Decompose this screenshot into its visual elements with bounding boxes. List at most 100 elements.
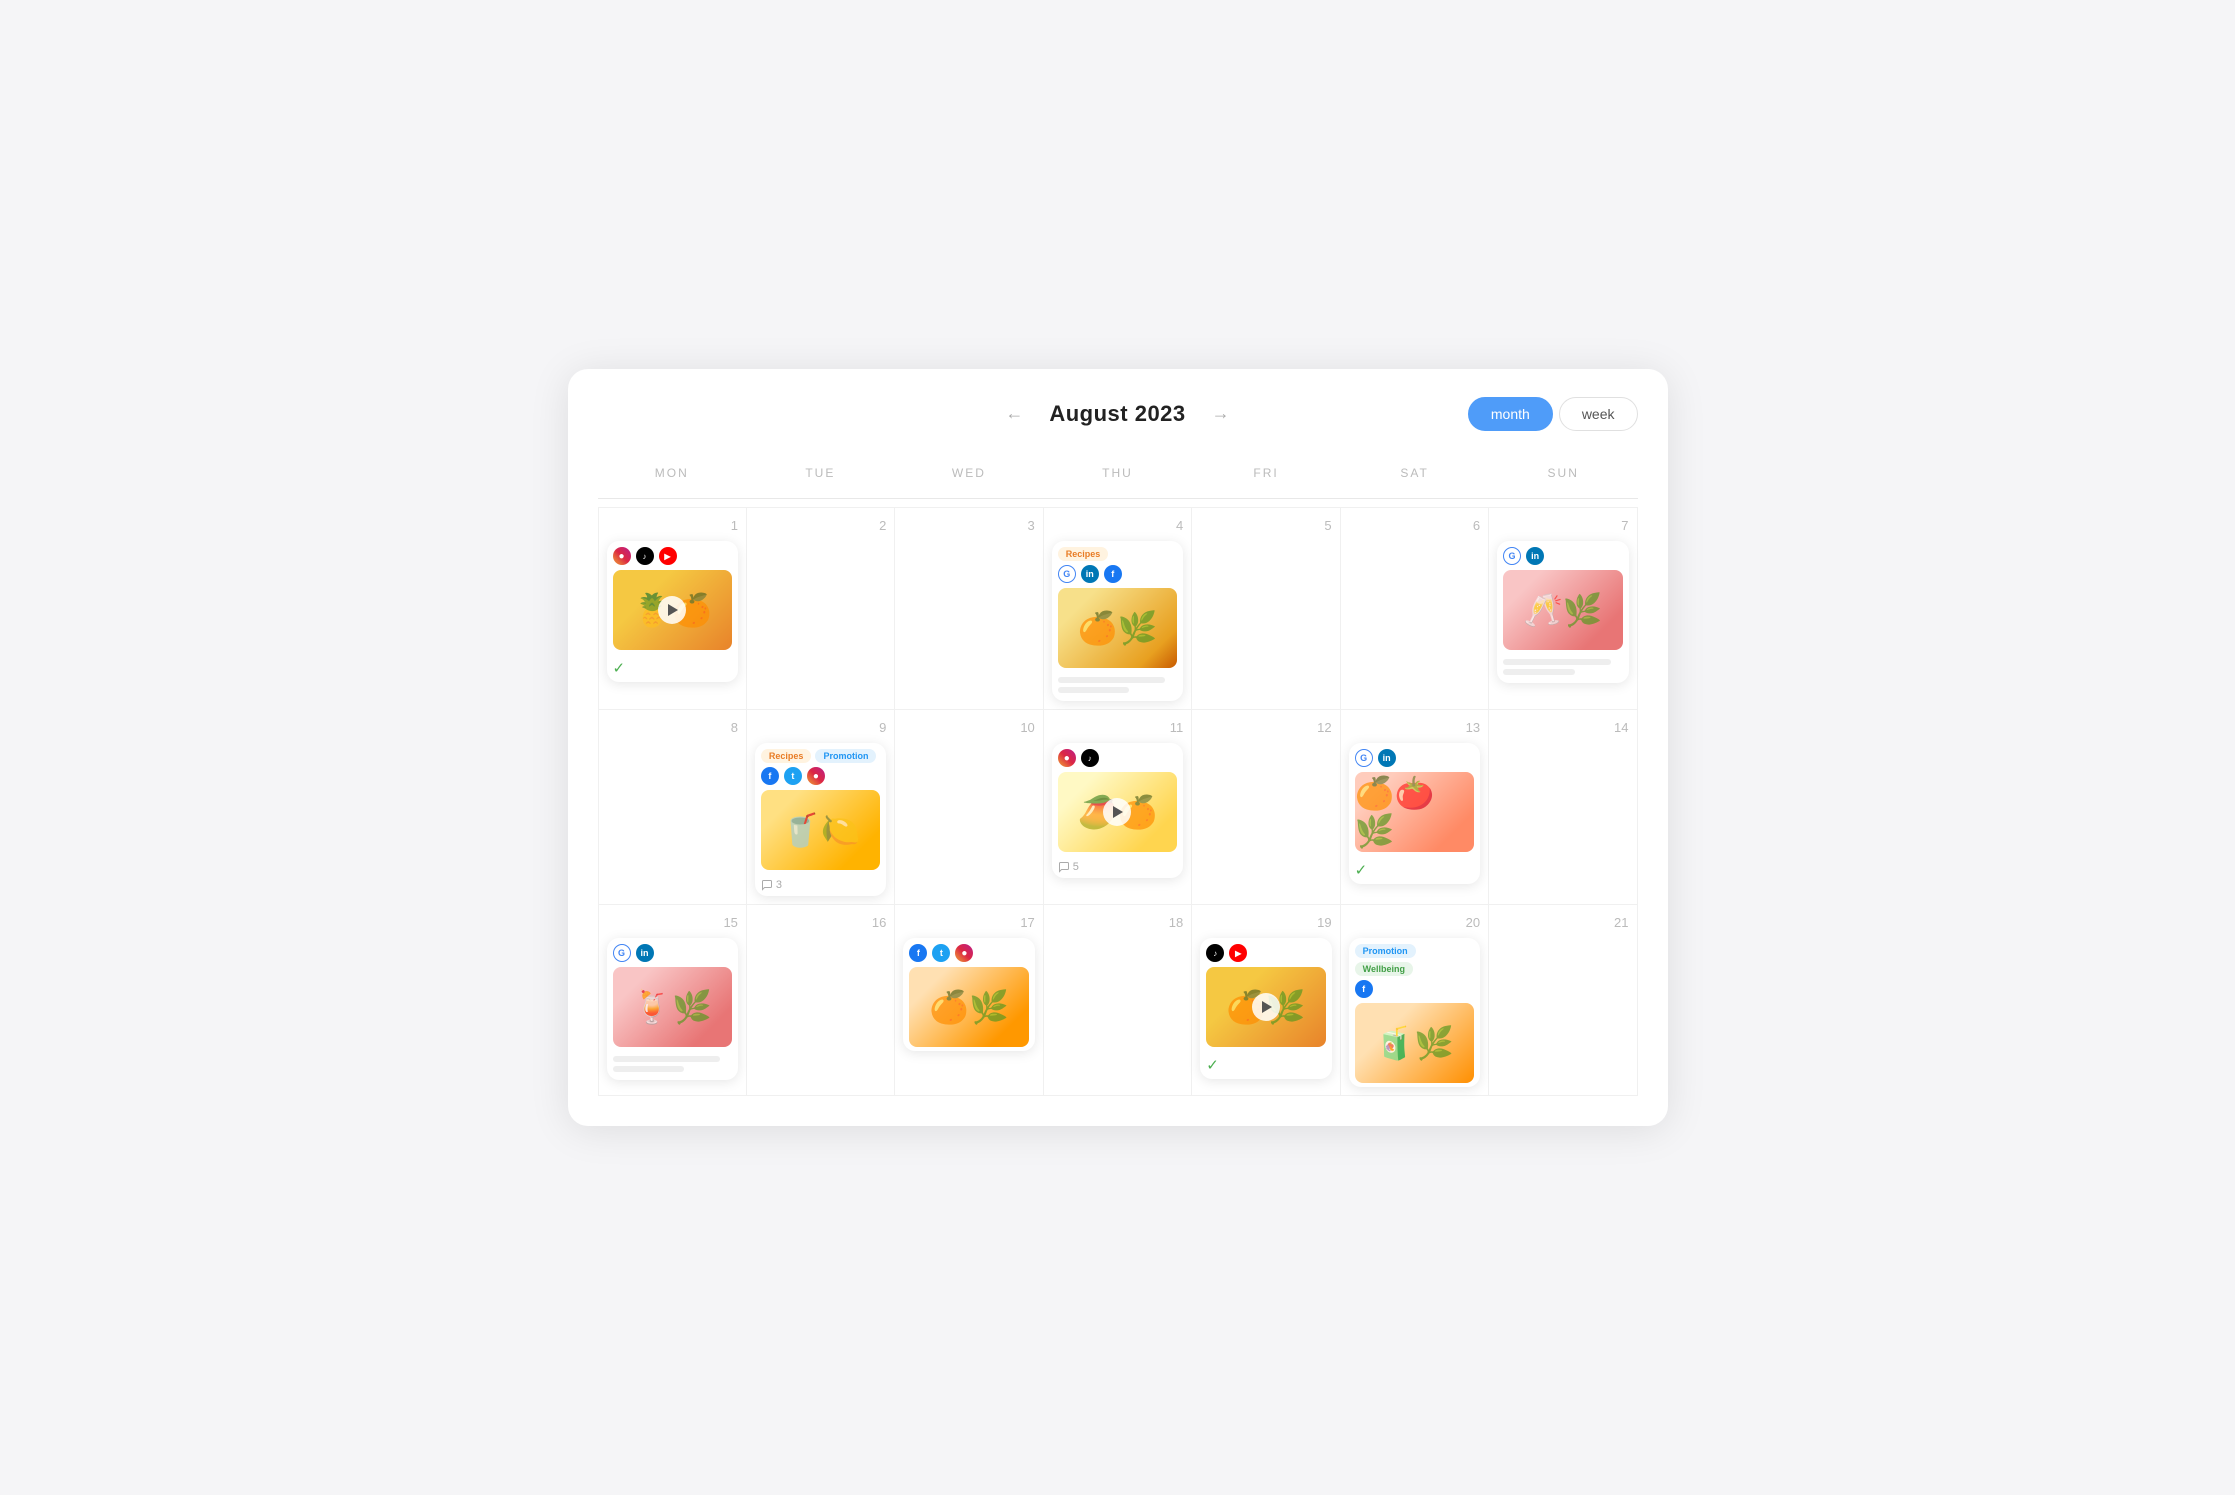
- instagram-icon: ●: [613, 547, 631, 565]
- twitter-icon-aug17: t: [932, 944, 950, 962]
- day-header-sun: SUN: [1489, 458, 1638, 488]
- post-image-aug4: 🍊🌿: [1058, 588, 1177, 668]
- social-icons-aug15: G in: [613, 944, 732, 962]
- google-icon-aug13: G: [1355, 749, 1373, 767]
- linkedin-icon-aug7: in: [1526, 547, 1544, 565]
- day-num-1: 1: [607, 518, 738, 533]
- cell-aug-10: 10: [895, 710, 1043, 905]
- post-image-aug1: 🍍🍊: [613, 570, 732, 650]
- card-text-aug4: [1052, 672, 1183, 701]
- social-icons-aug7: G in: [1503, 547, 1622, 565]
- check-icon-aug1: ✓: [613, 659, 626, 677]
- check-icon-aug19: ✓: [1206, 1056, 1219, 1074]
- social-icons-aug20: f: [1355, 980, 1474, 998]
- linkedin-icon-aug15: in: [636, 944, 654, 962]
- play-button-aug19[interactable]: [1252, 993, 1280, 1021]
- card-footer-aug19: ✓: [1200, 1051, 1331, 1079]
- post-card-aug19[interactable]: ♪ ▶ 🍊🌿 ✓: [1200, 938, 1331, 1079]
- post-card-aug13[interactable]: G in 🍊🍅🌿 ✓: [1349, 743, 1480, 884]
- day-num-9: 9: [755, 720, 886, 735]
- nav-group: ← August 2023 →: [997, 399, 1237, 428]
- card-footer-aug9: 3: [755, 874, 886, 896]
- cell-aug-15: 15 G in 🍹🌿: [599, 905, 747, 1096]
- cell-aug-19: 19 ♪ ▶ 🍊🌿 ✓: [1192, 905, 1340, 1096]
- tiktok-icon-aug19: ♪: [1206, 944, 1224, 962]
- play-button-aug11[interactable]: [1103, 798, 1131, 826]
- day-num-15: 15: [607, 915, 738, 930]
- google-icon-aug15: G: [613, 944, 631, 962]
- day-num-6: 6: [1349, 518, 1480, 533]
- post-card-aug4[interactable]: Recipes G in f 🍊🌿: [1052, 541, 1183, 701]
- post-card-aug15[interactable]: G in 🍹🌿: [607, 938, 738, 1080]
- tag-wellbeing-aug20: Wellbeing: [1355, 962, 1413, 976]
- day-num-8: 8: [607, 720, 738, 735]
- post-card-aug7[interactable]: G in 🥂🌿: [1497, 541, 1628, 683]
- month-title: August 2023: [1049, 401, 1185, 427]
- social-icons-aug13: G in: [1355, 749, 1474, 767]
- month-view-button[interactable]: month: [1468, 397, 1553, 431]
- linkedin-icon: in: [1081, 565, 1099, 583]
- social-icons-aug9: f t ●: [761, 767, 880, 785]
- post-image-aug15: 🍹🌿: [613, 967, 732, 1047]
- week-view-button[interactable]: week: [1559, 397, 1638, 431]
- facebook-icon: f: [1104, 565, 1122, 583]
- day-header-mon: MON: [598, 458, 747, 488]
- day-num-17: 17: [903, 915, 1034, 930]
- comment-count-aug11: 5: [1058, 861, 1079, 873]
- social-icons-aug1: ● ♪ ▶: [613, 547, 732, 565]
- post-card-aug1[interactable]: ● ♪ ▶ 🍍🍊 ✓: [607, 541, 738, 682]
- day-header-sat: SAT: [1340, 458, 1489, 488]
- cell-aug-13: 13 G in 🍊🍅🌿 ✓: [1341, 710, 1489, 905]
- tags-aug9: Recipes Promotion: [761, 749, 880, 763]
- cell-aug-8: 8: [599, 710, 747, 905]
- youtube-icon: ▶: [659, 547, 677, 565]
- day-headers: MON TUE WED THU FRI SAT SUN: [598, 458, 1638, 499]
- cell-aug-18: 18: [1044, 905, 1192, 1096]
- instagram-icon-aug9: ●: [807, 767, 825, 785]
- comment-count-aug9: 3: [761, 879, 782, 891]
- post-card-aug11[interactable]: ● ♪ 🥭🍊 5: [1052, 743, 1183, 878]
- post-card-aug17[interactable]: f t ● 🍊🌿: [903, 938, 1034, 1051]
- tag-recipes-aug9: Recipes: [761, 749, 812, 763]
- tag-promotion-aug20: Promotion: [1355, 944, 1416, 958]
- day-num-3: 3: [903, 518, 1034, 533]
- cell-aug-20: 20 Promotion Wellbeing f 🧃🌿: [1341, 905, 1489, 1096]
- day-num-4: 4: [1052, 518, 1183, 533]
- cell-aug-3: 3: [895, 508, 1043, 710]
- post-card-aug9[interactable]: Recipes Promotion f t ● 🥤🍋 3: [755, 743, 886, 896]
- tiktok-icon-aug11: ♪: [1081, 749, 1099, 767]
- social-icons-aug17: f t ●: [909, 944, 1028, 962]
- tag-promotion-aug9: Promotion: [815, 749, 876, 763]
- instagram-icon-aug17: ●: [955, 944, 973, 962]
- calendar-container: ← August 2023 → month week MON TUE WED T…: [568, 369, 1668, 1126]
- post-card-aug20[interactable]: Promotion Wellbeing f 🧃🌿: [1349, 938, 1480, 1087]
- day-header-wed: WED: [895, 458, 1044, 488]
- facebook-icon-aug20: f: [1355, 980, 1373, 998]
- cell-aug-14: 14: [1489, 710, 1637, 905]
- day-num-5: 5: [1200, 518, 1331, 533]
- next-month-button[interactable]: →: [1204, 399, 1238, 428]
- prev-month-button[interactable]: ←: [997, 399, 1031, 428]
- view-toggle: month week: [1468, 397, 1638, 431]
- linkedin-icon-aug13: in: [1378, 749, 1396, 767]
- day-num-11: 11: [1052, 720, 1183, 735]
- cell-aug-7: 7 G in 🥂🌿: [1489, 508, 1637, 710]
- post-image-aug19: 🍊🌿: [1206, 967, 1325, 1047]
- card-text-aug7: [1497, 654, 1628, 683]
- cell-aug-12: 12: [1192, 710, 1340, 905]
- day-num-20: 20: [1349, 915, 1480, 930]
- cell-aug-16: 16: [747, 905, 895, 1096]
- tiktok-icon: ♪: [636, 547, 654, 565]
- post-image-aug7: 🥂🌿: [1503, 570, 1622, 650]
- social-icons-aug19: ♪ ▶: [1206, 944, 1325, 962]
- post-image-aug9: 🥤🍋: [761, 790, 880, 870]
- tags-aug20: Promotion Wellbeing: [1355, 944, 1474, 976]
- check-icon-aug13: ✓: [1355, 861, 1368, 879]
- social-icons-aug11: ● ♪: [1058, 749, 1177, 767]
- cell-aug-2: 2: [747, 508, 895, 710]
- day-header-thu: THU: [1043, 458, 1192, 488]
- day-num-14: 14: [1497, 720, 1628, 735]
- tag-recipes-aug4: Recipes: [1058, 547, 1109, 561]
- play-button-aug1[interactable]: [658, 596, 686, 624]
- day-num-18: 18: [1052, 915, 1183, 930]
